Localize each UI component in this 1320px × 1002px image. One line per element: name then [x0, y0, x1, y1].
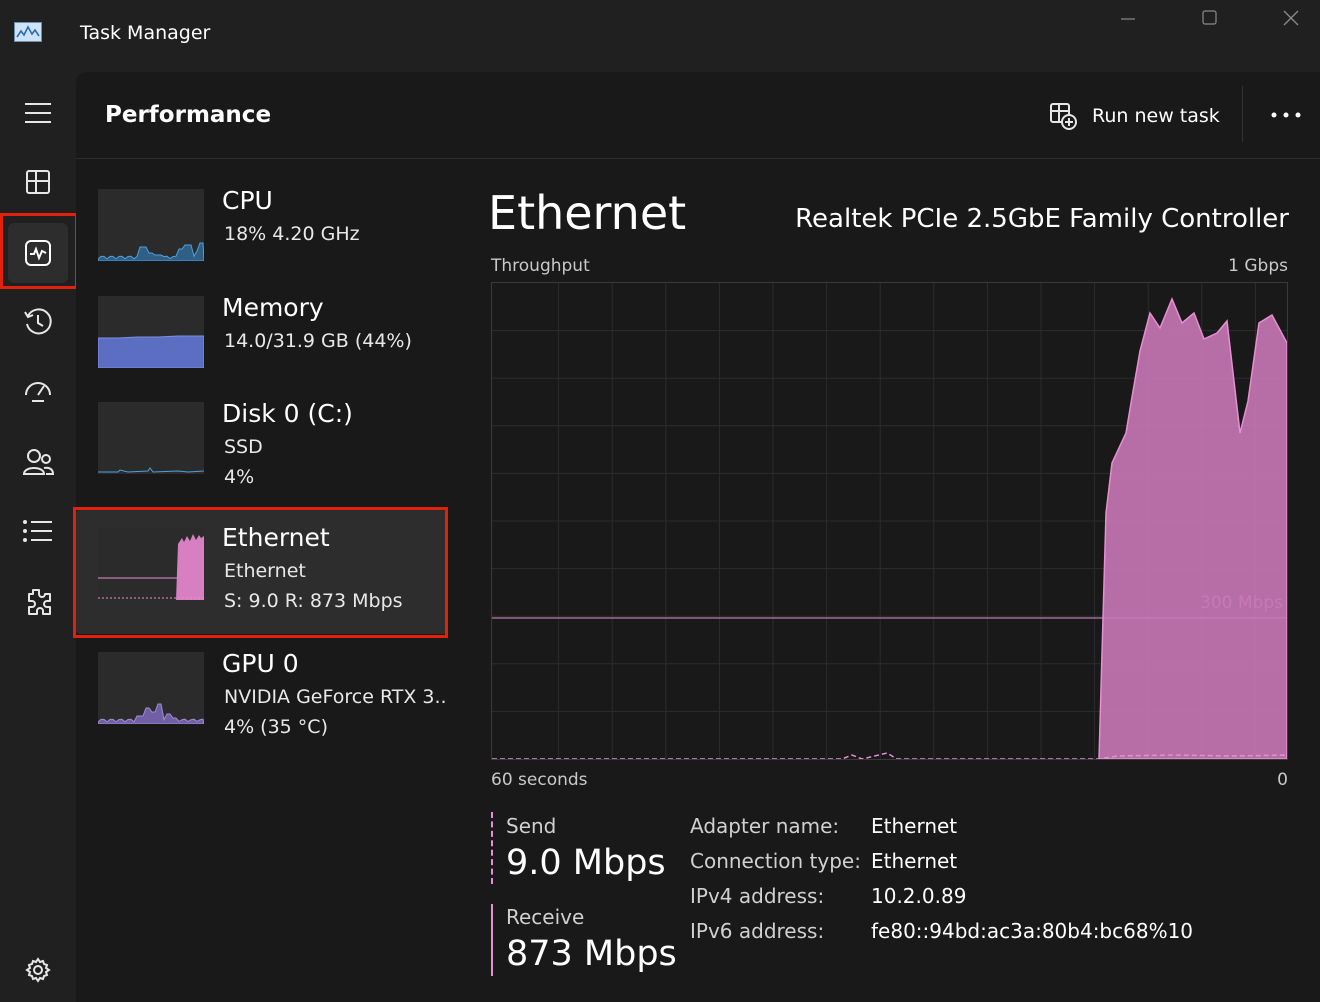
graph-max-label: 1 Gbps: [1228, 256, 1288, 276]
graph-label: Throughput: [491, 256, 590, 276]
time-axis-left: 60 seconds: [491, 770, 588, 790]
receive-value: 873 Mbps: [506, 934, 677, 974]
device-name: CPU: [222, 186, 273, 215]
minimize-icon: [1121, 18, 1135, 20]
property-key: IPv4 address:: [690, 884, 825, 908]
property-key: Connection type:: [690, 849, 861, 873]
page-header: Performance Run new task: [76, 72, 1320, 159]
minimize-button[interactable]: [1108, 8, 1148, 32]
device-model: NVIDIA GeForce RTX 3..: [224, 686, 447, 708]
device-stat: 4%: [224, 466, 255, 488]
nav-startup-apps[interactable]: [8, 361, 68, 421]
close-button[interactable]: [1271, 8, 1311, 32]
nav-services[interactable]: [8, 572, 68, 632]
graph-mark-label: 300 Mbps: [1200, 593, 1283, 613]
device-memory[interactable]: Memory 14.0/31.9 GB (44%): [76, 266, 448, 376]
receive-series: [1098, 297, 1287, 759]
memory-thumbnail-graph: [98, 296, 204, 368]
detail-title: Ethernet: [488, 186, 687, 240]
device-name: GPU 0: [222, 649, 299, 678]
processes-icon: [26, 170, 50, 194]
device-name: Memory: [222, 293, 324, 322]
send-label: Send: [506, 814, 557, 838]
app-history-icon: [24, 308, 52, 335]
property-key: Adapter name:: [690, 814, 840, 838]
device-name: Disk 0 (C:): [222, 399, 353, 428]
device-stat: 4% (35 °C): [224, 716, 328, 738]
property-value: fe80::94bd:ac3a:80b4:bc68%10: [871, 919, 1194, 943]
device-type: SSD: [224, 436, 263, 458]
header-divider: [1242, 86, 1243, 142]
annotation-highlight-ethernet: [73, 507, 448, 638]
page-title: Performance: [105, 102, 272, 128]
cpu-thumbnail-graph: [98, 189, 204, 261]
time-axis-right: 0: [1277, 770, 1288, 790]
annotation-highlight-performance: [0, 213, 78, 289]
send-value: 9.0 Mbps: [506, 843, 666, 883]
device-disk-0[interactable]: Disk 0 (C:) SSD 4%: [76, 372, 448, 488]
run-new-task-button[interactable]: Run new task: [1048, 99, 1220, 133]
property-value: Ethernet: [871, 849, 958, 873]
run-new-task-label: Run new task: [1092, 105, 1220, 127]
nav-settings[interactable]: [8, 940, 68, 1000]
run-task-icon: [1050, 103, 1077, 130]
device-stat: 18% 4.20 GHz: [224, 223, 360, 245]
adapter-model: Realtek PCIe 2.5GbE Family Controller: [795, 204, 1289, 234]
more-options-icon: [1271, 112, 1301, 118]
close-icon: [1283, 10, 1299, 26]
device-stat: 14.0/31.9 GB (44%): [224, 330, 412, 352]
more-options-button[interactable]: [1266, 100, 1306, 130]
nav-processes[interactable]: [8, 152, 68, 212]
property-key: IPv6 address:: [690, 919, 825, 943]
device-cpu[interactable]: CPU 18% 4.20 GHz: [76, 159, 448, 269]
hamburger-menu-icon: [25, 103, 51, 123]
send-indicator: [491, 812, 493, 884]
nav-users[interactable]: [8, 432, 68, 492]
task-manager-app-icon: [14, 22, 42, 42]
nav-app-history[interactable]: [8, 292, 68, 352]
maximize-icon: [1202, 10, 1217, 25]
services-icon: [28, 589, 51, 615]
device-gpu-0[interactable]: GPU 0 NVIDIA GeForce RTX 3.. 4% (35 °C): [76, 622, 448, 738]
maximize-button[interactable]: [1189, 8, 1229, 32]
gpu-thumbnail-graph: [98, 652, 204, 724]
receive-label: Receive: [506, 905, 585, 929]
disk-thumbnail-graph: [98, 402, 204, 474]
window-title: Task Manager: [80, 22, 211, 44]
users-icon: [22, 449, 54, 475]
navigation-sidebar: [0, 72, 76, 1002]
hamburger-menu-button[interactable]: [8, 83, 68, 143]
title-bar: Task Manager: [0, 0, 1320, 72]
property-value: 10.2.0.89: [871, 884, 967, 908]
receive-indicator: [491, 904, 493, 976]
nav-details[interactable]: [8, 501, 68, 561]
startup-apps-icon: [25, 382, 51, 402]
property-value: Ethernet: [871, 814, 958, 838]
settings-icon: [25, 957, 51, 983]
throughput-graph: 300 Mbps: [491, 282, 1288, 760]
details-icon: [23, 520, 52, 542]
